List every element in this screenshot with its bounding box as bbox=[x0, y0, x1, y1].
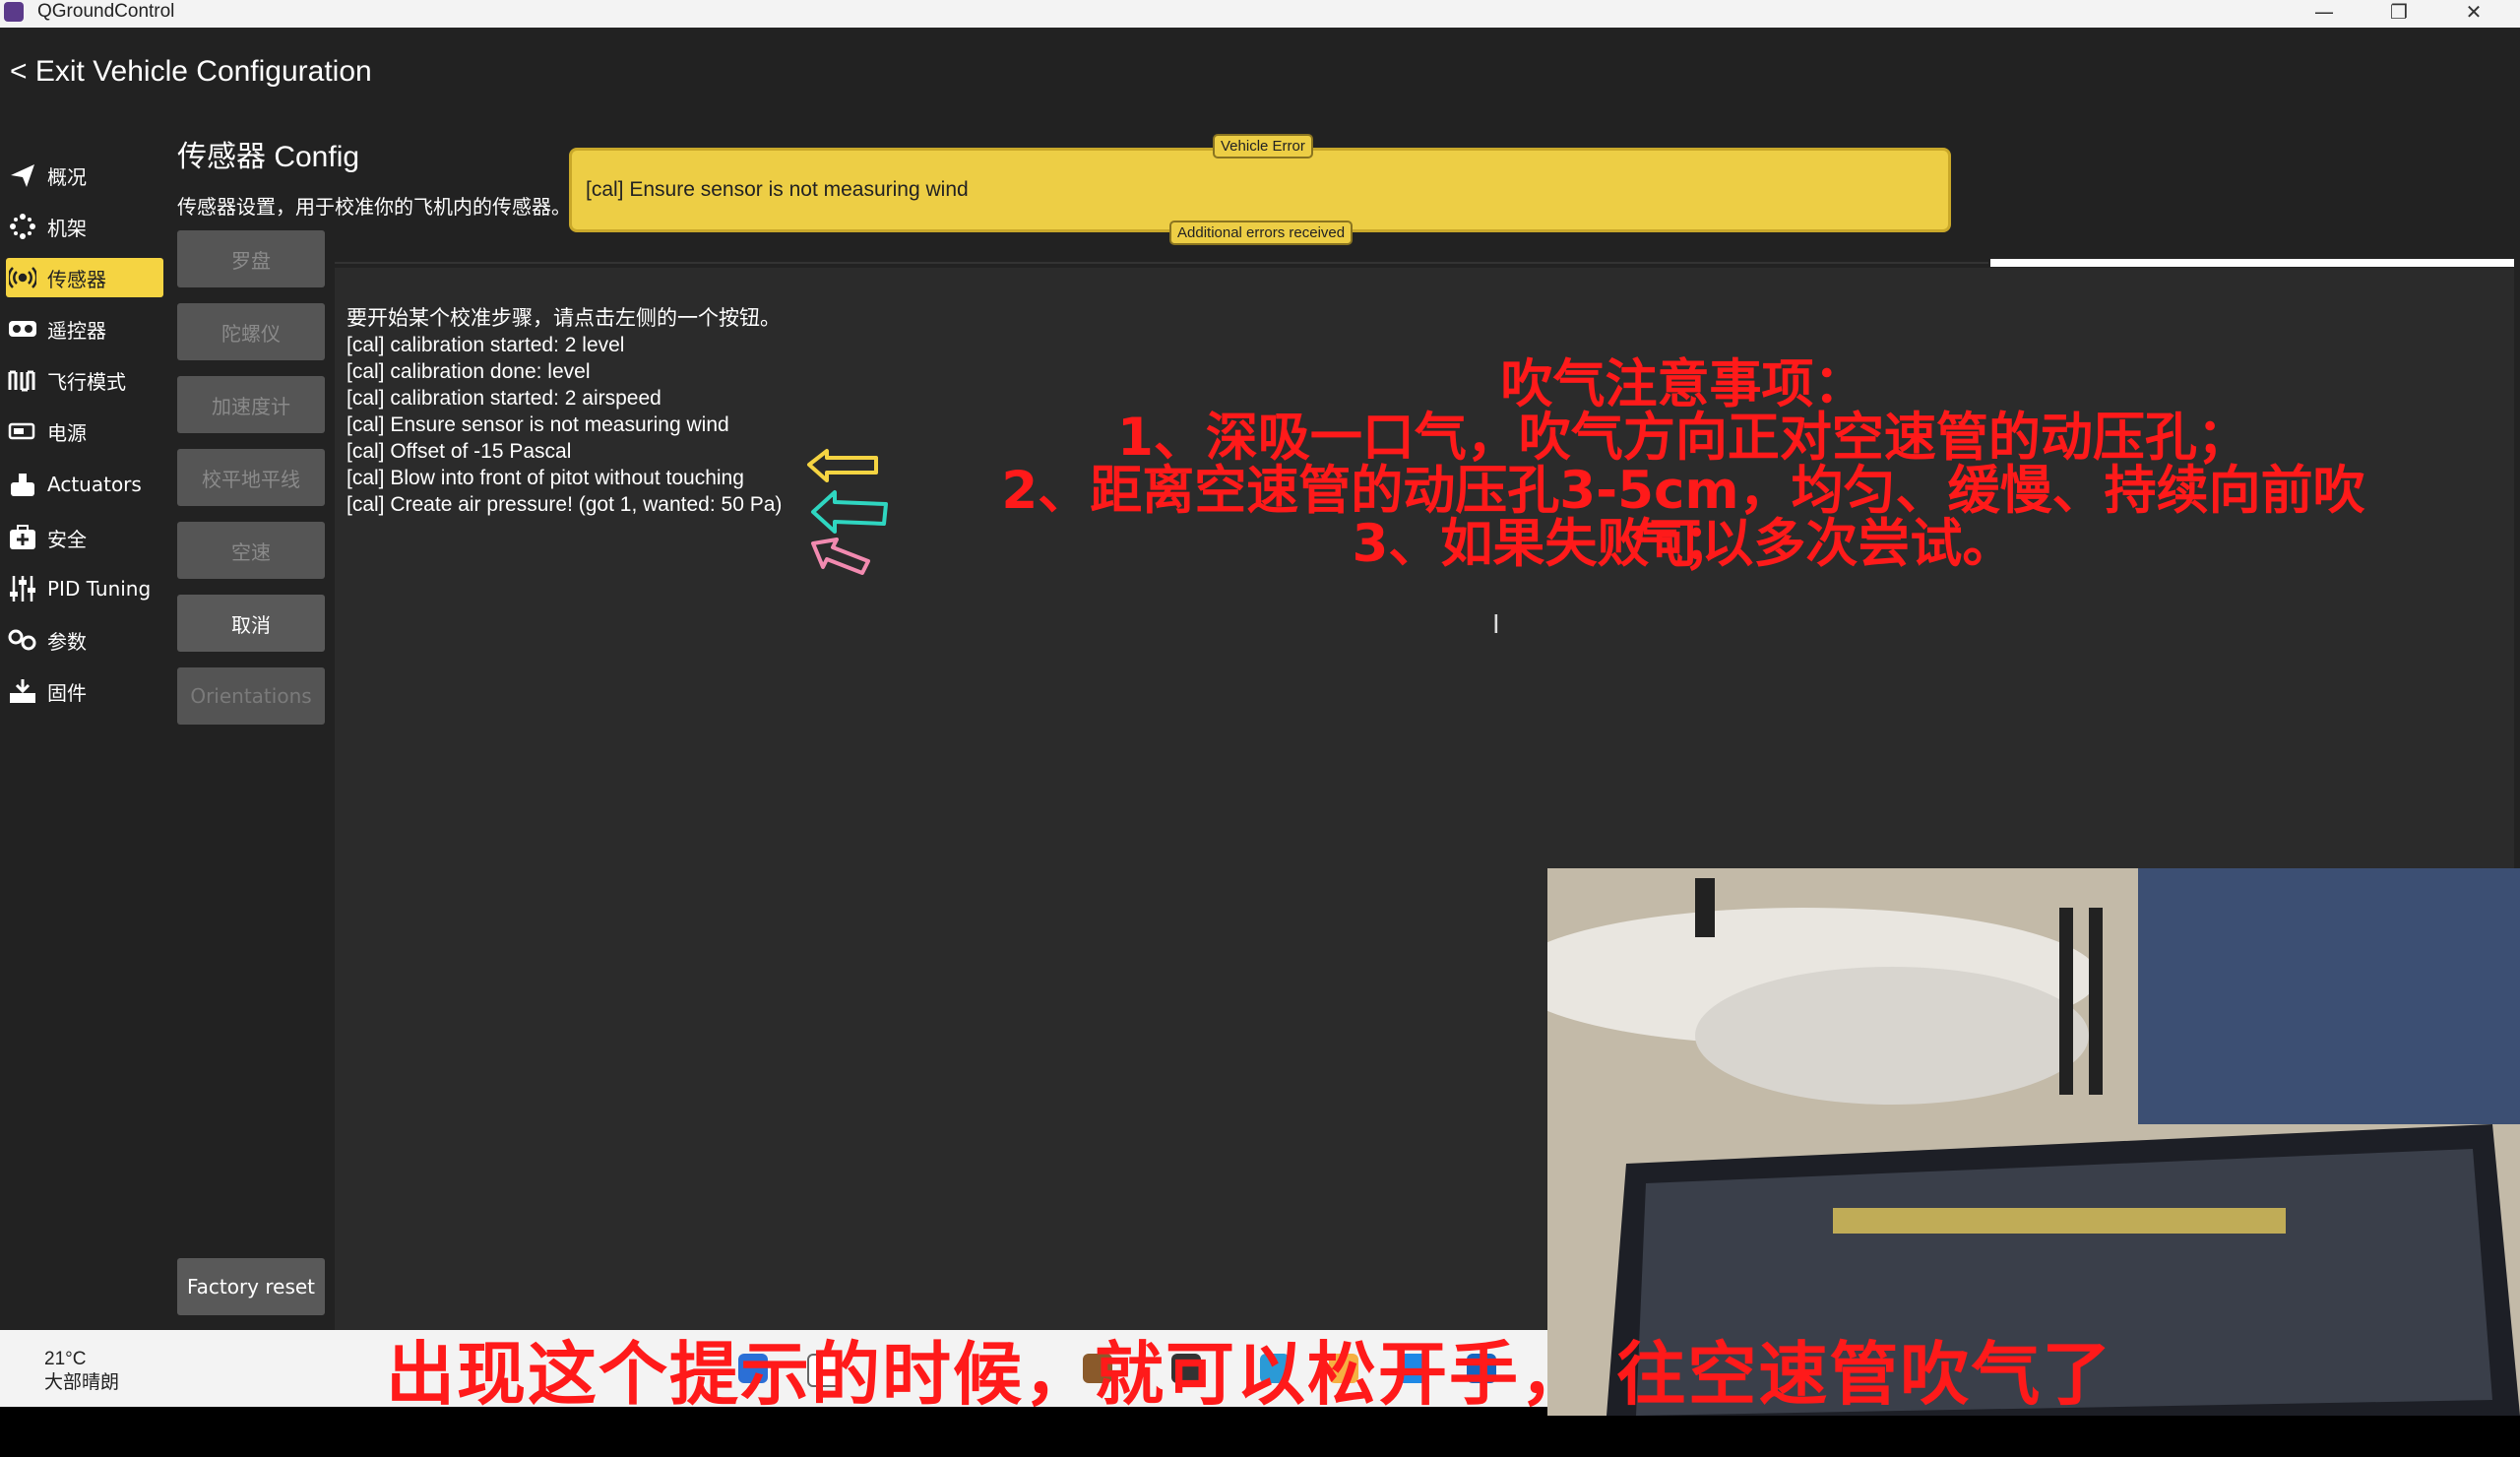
calibration-progress-bar bbox=[1990, 259, 2514, 267]
battery-icon bbox=[6, 414, 39, 448]
airframe-icon bbox=[6, 210, 39, 243]
sidebar-item-parameters[interactable]: 参数 bbox=[6, 620, 163, 660]
sidebar-item-flight-modes[interactable]: 飞行模式 bbox=[6, 360, 163, 400]
sidebar-item-label: 电源 bbox=[47, 420, 87, 445]
video-subtitle: 出现这个提示的时候，就可以松开手， 往空速管吹气了 bbox=[386, 1334, 2113, 1415]
page-title: 传感器 Config bbox=[177, 141, 360, 173]
app-logo-icon bbox=[4, 2, 24, 22]
log-line: [cal] Create air pressure! (got 1, wante… bbox=[346, 493, 783, 516]
weather-widget[interactable]: 21°C 大部晴朗 bbox=[44, 1348, 119, 1395]
log-line: [cal] Blow into front of pitot without t… bbox=[346, 467, 744, 489]
airspeed-button[interactable]: 空速 bbox=[177, 522, 325, 579]
gyroscope-button[interactable]: 陀螺仪 bbox=[177, 303, 325, 360]
sidebar-item-power[interactable]: 电源 bbox=[6, 412, 163, 451]
log-line: 要开始某个校准步骤，请点击左侧的一个按钮。 bbox=[346, 307, 781, 330]
cancel-button[interactable]: 取消 bbox=[177, 595, 325, 652]
exit-vehicle-config-link[interactable]: < Exit Vehicle Configuration bbox=[10, 55, 372, 89]
teal-arrow-icon bbox=[811, 490, 888, 534]
title-bar: QGroundControl — ❐ ✕ bbox=[0, 0, 2520, 28]
pid-tuning-icon bbox=[6, 572, 39, 605]
sidebar-item-pid-tuning[interactable]: PID Tuning bbox=[6, 569, 163, 608]
vehicle-error-tag: Vehicle Error bbox=[1213, 134, 1313, 158]
minimize-button[interactable]: — bbox=[2300, 0, 2349, 24]
log-line: [cal] Offset of -15 Pascal bbox=[346, 440, 572, 463]
safety-icon bbox=[6, 521, 39, 554]
close-button[interactable]: ✕ bbox=[2449, 0, 2498, 24]
log-line: [cal] calibration started: 2 airspeed bbox=[346, 387, 662, 410]
weather-condition: 大部晴朗 bbox=[44, 1372, 120, 1393]
temperature: 21°C bbox=[44, 1349, 87, 1369]
sidebar-item-label: 传感器 bbox=[47, 267, 106, 291]
paper-plane-icon bbox=[6, 158, 39, 192]
yellow-arrow-icon bbox=[807, 449, 878, 482]
sidebar-item-label: 概况 bbox=[47, 164, 87, 189]
annotation-line: 1、深吸一口气，吹气方向正对空速管的动压孔； bbox=[1117, 408, 2249, 468]
sidebar-item-summary[interactable]: 概况 bbox=[6, 156, 163, 195]
error-message: [cal] Ensure sensor is not measuring win… bbox=[586, 178, 969, 201]
additional-errors-tag[interactable]: Additional errors received bbox=[1169, 221, 1354, 245]
window-title: QGroundControl bbox=[37, 1, 175, 22]
actuators-icon bbox=[6, 468, 39, 501]
calibration-log: 要开始某个校准步骤，请点击左侧的一个按钮。 [cal] calibration … bbox=[346, 305, 782, 518]
annotation-line: 3、如果失败可以多次尝试。 bbox=[1352, 514, 2015, 574]
annotation-arrows bbox=[807, 449, 888, 575]
sidebar-item-airframe[interactable]: 机架 bbox=[6, 207, 163, 246]
sidebar-item-label: 安全 bbox=[47, 527, 87, 551]
divider bbox=[335, 262, 1988, 264]
sidebar-item-firmware[interactable]: 固件 bbox=[6, 671, 163, 711]
firmware-icon bbox=[6, 674, 39, 708]
pink-arrow-icon bbox=[811, 538, 870, 575]
log-line: [cal] Ensure sensor is not measuring win… bbox=[346, 413, 729, 436]
sidebar-item-label: PID Tuning bbox=[47, 577, 152, 601]
level-horizon-button[interactable]: 校平地平线 bbox=[177, 449, 325, 506]
sensors-icon bbox=[6, 261, 39, 294]
log-line: [cal] calibration done: level bbox=[346, 360, 591, 383]
text-cursor-icon: I bbox=[1492, 610, 1500, 640]
flight-modes-icon bbox=[6, 363, 39, 397]
sidebar-item-label: 遥控器 bbox=[47, 318, 106, 343]
compass-button[interactable]: 罗盘 bbox=[177, 230, 325, 287]
orientations-button[interactable]: Orientations bbox=[177, 667, 325, 725]
sidebar-item-label: 飞行模式 bbox=[47, 369, 126, 394]
page-description: 传感器设置，用于校准你的飞机内的传感器。 bbox=[177, 195, 571, 219]
sidebar-item-sensors[interactable]: 传感器 bbox=[6, 258, 163, 297]
annotation-heading: 吹气注意事项： bbox=[1500, 354, 1866, 414]
sidebar-item-label: 固件 bbox=[47, 680, 87, 705]
log-line: [cal] calibration started: 2 level bbox=[346, 334, 625, 356]
sidebar-item-label: 机架 bbox=[47, 216, 87, 240]
restore-button[interactable]: ❐ bbox=[2374, 0, 2424, 24]
sidebar-item-label: 参数 bbox=[47, 629, 87, 654]
accelerometer-button[interactable]: 加速度计 bbox=[177, 376, 325, 433]
radio-icon bbox=[6, 312, 39, 346]
sidebar-item-label: Actuators bbox=[47, 473, 142, 496]
parameters-icon bbox=[6, 623, 39, 657]
factory-reset-button[interactable]: Factory reset bbox=[177, 1258, 325, 1315]
sidebar-item-radio[interactable]: 遥控器 bbox=[6, 309, 163, 348]
sidebar-item-safety[interactable]: 安全 bbox=[6, 518, 163, 557]
sidebar-item-actuators[interactable]: Actuators bbox=[6, 465, 163, 504]
